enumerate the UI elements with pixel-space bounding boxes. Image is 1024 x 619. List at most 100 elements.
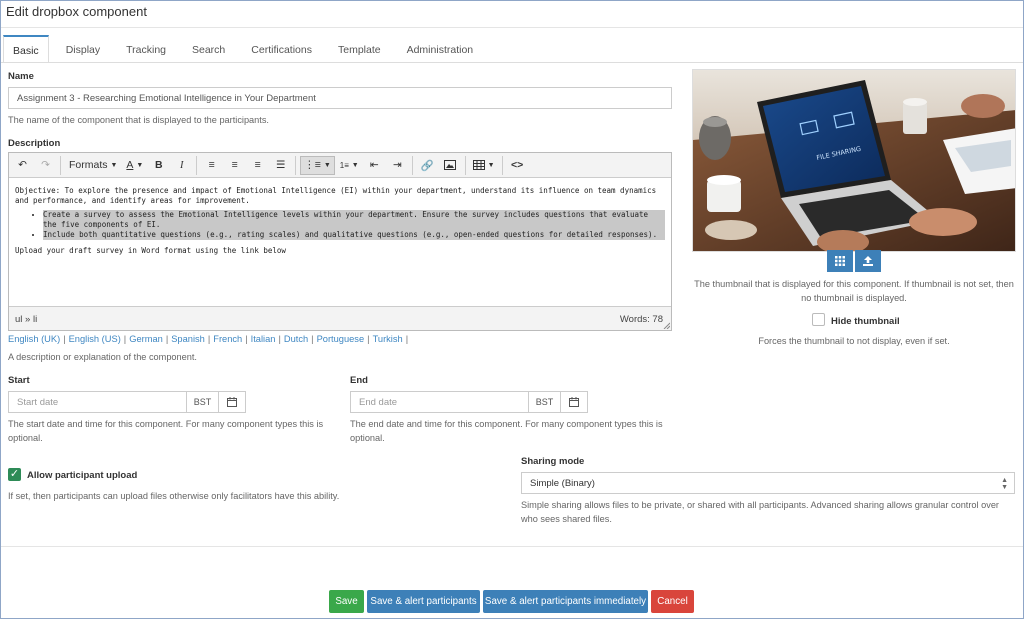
select-arrows-icon: ▲ ▼ [1001, 477, 1008, 491]
tab-tracking[interactable]: Tracking [117, 35, 175, 63]
language-link-spanish[interactable]: Spanish [171, 334, 205, 344]
tab-display[interactable]: Display [57, 35, 109, 63]
name-help: The name of the component that is displa… [8, 115, 269, 125]
formats-dropdown[interactable]: Formats ▼ [65, 156, 121, 175]
editor-statusbar: ul » li Words: 78 [9, 306, 671, 330]
hide-thumbnail-checkbox[interactable] [812, 313, 825, 326]
bullet-list-icon: ⋮≡ [304, 159, 321, 171]
name-input[interactable]: Assignment 3 - Researching Emotional Int… [8, 87, 672, 109]
table-button[interactable]: ▼ [470, 156, 498, 175]
word-count: Words: 78 [619, 314, 663, 325]
sharing-mode-help: Simple sharing allows files to be privat… [521, 500, 999, 524]
language-links: English (UK) | English (US) | German | Spanish… [8, 334, 409, 344]
language-link-french[interactable]: French [213, 334, 242, 344]
formats-label: Formats [69, 159, 108, 171]
link-button[interactable]: 🔗 [417, 156, 438, 175]
tab-bar: Basic Display Tracking Search Certificat… [3, 35, 490, 63]
redo-button[interactable]: ↷ [35, 156, 56, 175]
numbered-list-button[interactable]: 1≡ ▼ [337, 156, 362, 175]
language-link-turkish[interactable]: Turkish [373, 334, 403, 344]
list-item: Create a survey to assess the Emotional … [43, 210, 665, 230]
start-calendar-button[interactable] [219, 391, 246, 413]
save-alert-participants-button[interactable]: Save & alert participants [367, 590, 480, 613]
align-left-button[interactable]: ≡ [201, 156, 222, 175]
tab-basic[interactable]: Basic [3, 35, 49, 63]
image-icon [444, 160, 457, 170]
bullet-list-button[interactable]: ⋮≡ ▼ [300, 155, 335, 175]
calendar-icon [227, 397, 237, 407]
caret-down-icon: ▼ [323, 161, 331, 169]
element-path[interactable]: ul » li [15, 314, 37, 325]
objective-paragraph: Objective: To explore the presence and i… [15, 186, 657, 205]
language-link-german[interactable]: German [129, 334, 163, 344]
end-label: End [350, 375, 368, 386]
language-link-dutch[interactable]: Dutch [284, 334, 308, 344]
undo-icon: ↶ [18, 159, 27, 171]
language-link-portuguese[interactable]: Portuguese [317, 334, 365, 344]
justify-button[interactable]: ☰ [270, 156, 291, 175]
thumbnail-upload-button[interactable] [855, 250, 881, 272]
align-center-icon: ≡ [231, 159, 238, 171]
justify-icon: ☰ [276, 159, 286, 171]
source-code-button[interactable]: <> [507, 156, 528, 175]
image-button[interactable] [440, 156, 461, 175]
calendar-icon [569, 397, 579, 407]
end-timezone: BST [529, 391, 561, 413]
italic-button[interactable]: I [171, 156, 192, 175]
editor-content[interactable]: Objective: To explore the presence and i… [9, 178, 671, 306]
hide-thumbnail-help: Forces the thumbnail to not display, eve… [758, 336, 950, 346]
description-label: Description [8, 138, 61, 149]
bold-button[interactable]: B [148, 156, 169, 175]
description-help: A description or explanation of the comp… [8, 352, 197, 362]
title-divider [1, 27, 1023, 28]
thumbnail-gallery-button[interactable] [827, 250, 853, 272]
tab-certifications[interactable]: Certifications [242, 35, 321, 63]
caret-down-icon: ▼ [351, 161, 359, 169]
thumbnail-image: FILE SHARING [692, 69, 1016, 252]
cancel-button[interactable]: Cancel [651, 590, 694, 613]
sharing-mode-select[interactable]: Simple (Binary) ▲ ▼ [521, 472, 1015, 494]
list-item: Include both quantitative questions (e.g… [43, 230, 665, 240]
bullet-list: Create a survey to assess the Emotional … [15, 210, 665, 240]
allow-upload-checkbox[interactable]: ✓ [8, 468, 21, 481]
align-center-button[interactable]: ≡ [224, 156, 245, 175]
check-icon: ✓ [9, 468, 20, 480]
indent-icon: ⇥ [392, 159, 402, 171]
upload-icon [863, 256, 873, 266]
align-right-button[interactable]: ≡ [247, 156, 268, 175]
toolbar-separator [60, 155, 61, 175]
undo-button[interactable]: ↶ [12, 156, 33, 175]
outdent-button[interactable]: ⇤ [364, 156, 385, 175]
tab-template[interactable]: Template [329, 35, 390, 63]
language-link-italian[interactable]: Italian [251, 334, 276, 344]
start-date-input[interactable]: Start date [8, 391, 187, 413]
toolbar-separator [295, 155, 297, 175]
thumbnail-help: The thumbnail that is displayed for this… [694, 279, 1014, 303]
indent-button[interactable]: ⇥ [387, 156, 408, 175]
align-left-icon: ≡ [208, 159, 215, 171]
font-color-icon: A [126, 159, 134, 171]
allow-upload-help: If set, then participants can upload fil… [8, 491, 340, 501]
tab-administration[interactable]: Administration [398, 35, 483, 63]
align-right-icon: ≡ [254, 159, 261, 171]
upload-paragraph: Upload your draft survey in Word format … [15, 246, 286, 255]
caret-down-icon: ▼ [136, 161, 144, 169]
font-color-button[interactable]: A ▼ [123, 156, 146, 175]
language-link-en-us[interactable]: English (US) [69, 334, 121, 344]
tab-search[interactable]: Search [183, 35, 234, 63]
link-icon: 🔗 [420, 159, 434, 172]
numbered-list-icon: 1≡ [339, 160, 349, 170]
rich-text-editor: ↶ ↷ Formats ▼ A ▼ B I ≡ ≡ ≡ ☰ ⋮≡ ▼ 1≡ ▼ … [8, 152, 672, 331]
end-calendar-button[interactable] [561, 391, 588, 413]
end-date-input[interactable]: End date [350, 391, 529, 413]
toolbar-separator [411, 155, 413, 175]
tabs-divider [1, 62, 1023, 63]
resize-handle-icon[interactable] [663, 322, 670, 329]
language-link-en-uk[interactable]: English (UK) [8, 334, 60, 344]
save-alert-immediately-button[interactable]: Save & alert participants immediately [483, 590, 648, 613]
end-help: The end date and time for this component… [350, 419, 663, 443]
dialog-title: Edit dropbox component [6, 4, 147, 19]
toolbar-separator [196, 155, 198, 175]
sharing-mode-value: Simple (Binary) [530, 478, 595, 489]
save-button[interactable]: Save [329, 590, 364, 613]
